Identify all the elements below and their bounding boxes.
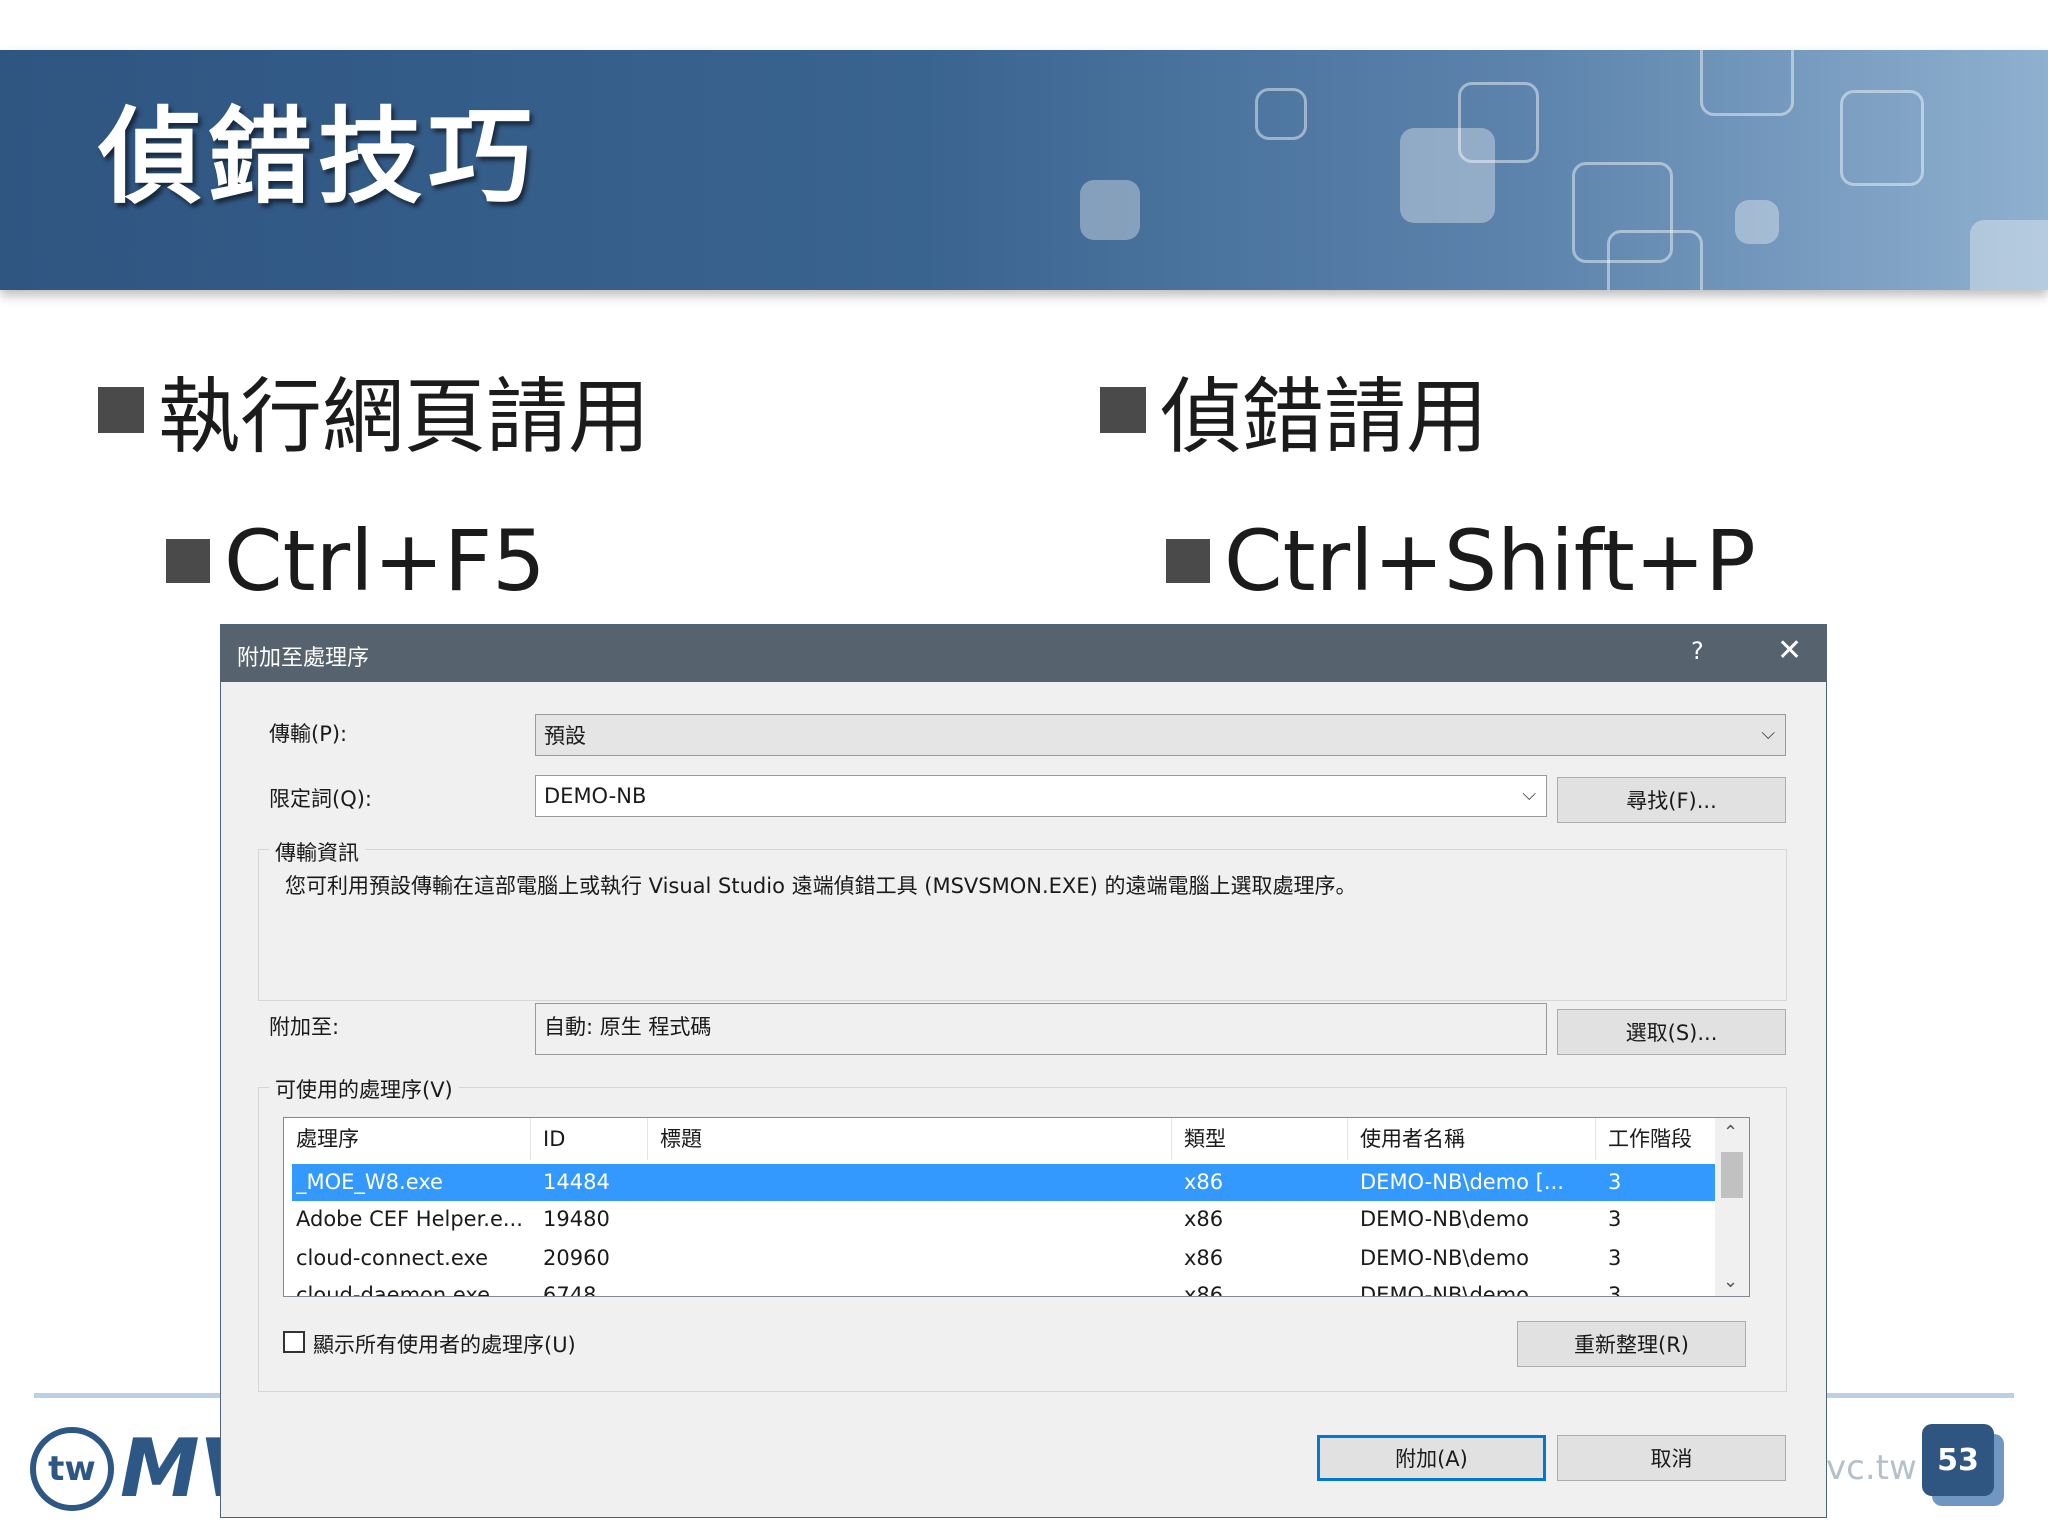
cell-id: 19480 (543, 1207, 610, 1231)
available-processes-legend: 可使用的處理序(V) (269, 1074, 459, 1104)
cell-user: DEMO-NB\demo [... (1360, 1170, 1564, 1194)
column-header-user[interactable]: 使用者名稱 (1348, 1118, 1596, 1160)
scrollbar-thumb[interactable] (1721, 1152, 1743, 1198)
bullet-text: Ctrl+Shift+P (1224, 512, 1756, 610)
cell-session: 3 (1608, 1207, 1622, 1231)
column-header-session[interactable]: 工作階段 (1596, 1118, 1716, 1160)
cancel-button[interactable]: 取消 (1557, 1435, 1786, 1481)
chevron-down-icon: ⌵ (1761, 723, 1775, 744)
bullet-text: 執行網頁請用 (158, 370, 651, 465)
footer-site: vc.tw (1826, 1448, 1917, 1488)
help-button[interactable]: ? (1691, 637, 1704, 665)
qualifier-label: 限定詞(Q): (269, 787, 372, 811)
show-all-users-label[interactable]: 顯示所有使用者的處理序(U) (313, 1329, 576, 1359)
bullet-debug: 偵錯請用 (1100, 350, 1488, 469)
decor-square (1400, 128, 1495, 223)
show-all-users-checkbox[interactable] (283, 1331, 305, 1353)
attach-button[interactable]: 附加(A) (1317, 1435, 1546, 1481)
cell-user: DEMO-NB\demo (1360, 1207, 1529, 1231)
cell-process: cloud-connect.exe (296, 1246, 489, 1270)
cell-process: Adobe CEF Helper.e... (296, 1207, 523, 1231)
column-header-id[interactable]: ID (531, 1118, 648, 1160)
process-list-scrollbar[interactable]: ⌃ ⌄ (1715, 1118, 1749, 1296)
process-list-header: 處理序 ID 標題 類型 使用者名稱 工作階段 (284, 1118, 1716, 1160)
bullet-text: Ctrl+F5 (224, 512, 546, 610)
cell-process: cloud-daemon.exe (296, 1283, 491, 1297)
bullet-debug-shortcut: Ctrl+Shift+P (1166, 512, 1756, 610)
column-header-process[interactable]: 處理序 (284, 1118, 531, 1160)
qualifier-value: DEMO-NB (544, 784, 647, 808)
cell-id: 20960 (543, 1246, 610, 1270)
decor-square (1735, 200, 1779, 244)
refresh-button[interactable]: 重新整理(R) (1517, 1321, 1746, 1367)
table-row[interactable]: Adobe CEF Helper.e... 19480 x86 DEMO-NB\… (292, 1201, 1716, 1238)
page-number: 53 (1922, 1424, 1994, 1496)
find-button[interactable]: 尋找(F)... (1557, 777, 1786, 823)
close-icon[interactable]: ✕ (1777, 633, 1802, 668)
cell-session: 3 (1608, 1246, 1622, 1270)
attach-to-process-dialog: 附加至處理序 ? ✕ 傳輸(P): 預設 ⌵ 限定詞(Q): DEMO-NB ⌵… (220, 624, 1827, 1518)
column-header-type[interactable]: 類型 (1172, 1118, 1348, 1160)
cell-type: x86 (1184, 1283, 1224, 1297)
bullet-square-icon (166, 539, 210, 583)
cell-user: DEMO-NB\demo (1360, 1246, 1529, 1270)
table-row[interactable]: cloud-daemon.exe 6748 x86 DEMO-NB\demo 3 (292, 1277, 1716, 1297)
transport-info-text: 您可利用預設傳輸在這部電腦上或執行 Visual Studio 遠端偵錯工具 (… (285, 874, 1357, 898)
bullet-run-page: 執行網頁請用 (98, 350, 650, 469)
cell-id: 14484 (543, 1170, 610, 1194)
bullet-square-icon (1100, 386, 1146, 433)
table-row[interactable]: _MOE_W8.exe 14484 x86 DEMO-NB\demo [... … (292, 1164, 1716, 1201)
cell-process: _MOE_W8.exe (296, 1170, 443, 1194)
cell-session: 3 (1608, 1170, 1622, 1194)
dialog-titlebar: 附加至處理序 ? ✕ (221, 625, 1826, 682)
table-row[interactable]: cloud-connect.exe 20960 x86 DEMO-NB\demo… (292, 1240, 1716, 1277)
attach-to-value: 自動: 原生 程式碼 (544, 1015, 712, 1039)
cell-user: DEMO-NB\demo (1360, 1283, 1529, 1297)
decor-square (1970, 220, 2048, 290)
transport-dropdown[interactable]: 預設 ⌵ (535, 714, 1786, 756)
logo-badge-icon: tw (30, 1426, 114, 1511)
transport-value: 預設 (544, 724, 586, 748)
bullet-square-icon (98, 386, 144, 433)
bullet-square-icon (1166, 539, 1210, 583)
dialog-title: 附加至處理序 (237, 646, 370, 671)
qualifier-combobox[interactable]: DEMO-NB ⌵ (535, 775, 1547, 817)
attach-to-field: 自動: 原生 程式碼 (535, 1003, 1547, 1055)
bullet-run-shortcut: Ctrl+F5 (166, 512, 546, 610)
cell-type: x86 (1184, 1246, 1224, 1270)
transport-label: 傳輸(P): (269, 722, 348, 746)
transport-info-legend: 傳輸資訊 (269, 837, 365, 867)
decor-square (1255, 88, 1307, 140)
chevron-up-icon[interactable]: ⌃ (1723, 1122, 1738, 1143)
bullet-text: 偵錯請用 (1160, 370, 1489, 465)
cell-type: x86 (1184, 1170, 1224, 1194)
decor-square (1700, 50, 1794, 116)
cell-id: 6748 (543, 1283, 597, 1297)
decor-square (1080, 180, 1140, 240)
attach-to-label: 附加至: (269, 1015, 340, 1039)
process-list[interactable]: 處理序 ID 標題 類型 使用者名稱 工作階段 _MOE_W8.exe 1448… (283, 1117, 1750, 1297)
column-header-title[interactable]: 標題 (648, 1118, 1172, 1160)
cell-type: x86 (1184, 1207, 1224, 1231)
decor-square (1840, 90, 1924, 186)
select-button[interactable]: 選取(S)... (1557, 1009, 1786, 1055)
decor-square (1607, 230, 1703, 290)
cell-session: 3 (1608, 1283, 1622, 1297)
chevron-down-icon[interactable]: ⌄ (1723, 1271, 1738, 1292)
chevron-down-icon: ⌵ (1522, 784, 1536, 805)
slide-title: 偵錯技巧 (98, 96, 539, 218)
